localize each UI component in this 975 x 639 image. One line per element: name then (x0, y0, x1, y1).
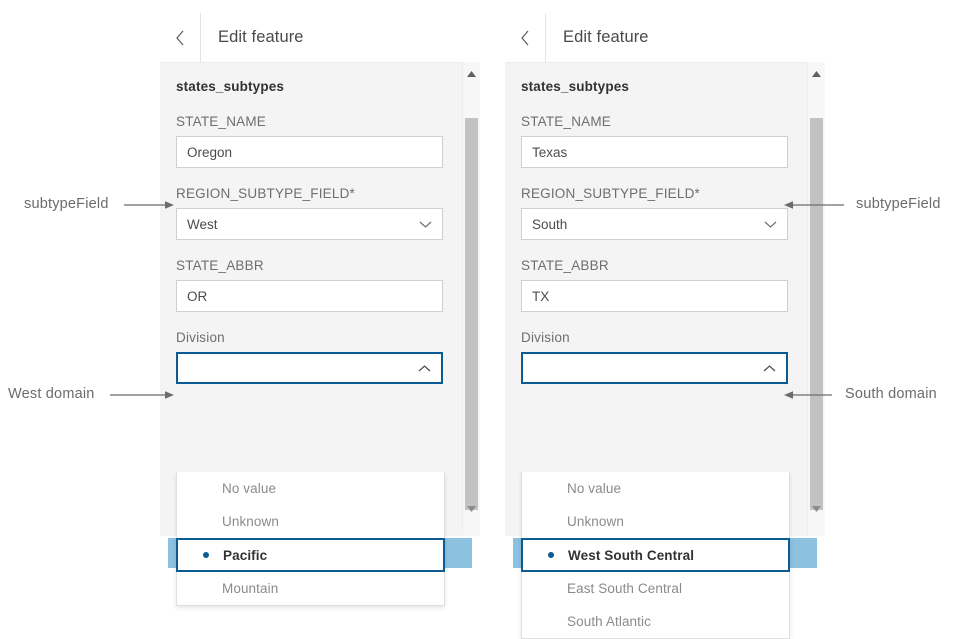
chevron-up-icon (763, 361, 776, 376)
chevron-down-icon (764, 217, 777, 232)
chevron-left-icon (175, 30, 185, 46)
state-name-input-left[interactable]: Oregon (176, 136, 443, 168)
edit-feature-panel-left: Edit feature states_subtypes STATE_NAME … (160, 0, 480, 587)
field-division-right: Division (521, 330, 788, 384)
page-title-right: Edit feature (546, 28, 649, 47)
scrollbar-thumb-left[interactable] (465, 118, 478, 510)
division-dropdown-right: No value Unknown West South Central East… (521, 472, 790, 639)
layer-name-right: states_subtypes (521, 79, 788, 94)
chevron-down-icon (419, 217, 432, 232)
field-state-name-left: STATE_NAME Oregon (176, 114, 443, 168)
field-label-division-left: Division (176, 330, 443, 345)
scrollbar-up-arrow-right[interactable] (808, 65, 825, 82)
annotation-left-domain-label: West domain (8, 386, 95, 402)
dropdown-option[interactable]: South Atlantic (522, 605, 789, 638)
state-name-input-right[interactable]: Texas (521, 136, 788, 168)
scrollbar-down-arrow-right[interactable] (808, 500, 825, 517)
panel-body-left: states_subtypes STATE_NAME Oregon REGION… (160, 62, 480, 536)
region-subtype-value-left: West (187, 217, 218, 232)
panel-body-right: states_subtypes STATE_NAME Texas REGION_… (505, 62, 825, 536)
dropdown-option-label: Unknown (567, 514, 624, 529)
state-abbr-input-left[interactable]: OR (176, 280, 443, 312)
edit-form-right: states_subtypes STATE_NAME Texas REGION_… (505, 63, 788, 402)
annotation-left-subtype-arrow (124, 197, 174, 213)
dropdown-option[interactable]: No value (522, 472, 789, 505)
selected-dot-icon (203, 552, 209, 558)
panel-header-left: Edit feature (160, 13, 480, 62)
annotation-left-domain-arrow (110, 387, 174, 403)
scrollbar-down-arrow-left[interactable] (463, 500, 480, 517)
scrollbar-thumb-right[interactable] (810, 118, 823, 510)
field-label-region-subtype-right: REGION_SUBTYPE_FIELD* (521, 186, 788, 201)
chevron-left-icon (520, 30, 530, 46)
field-state-name-right: STATE_NAME Texas (521, 114, 788, 168)
region-subtype-value-right: South (532, 217, 567, 232)
dropdown-option-label: Pacific (223, 548, 267, 563)
chevron-up-icon (418, 361, 431, 376)
division-select-right[interactable] (521, 352, 788, 384)
field-label-state-abbr-left: STATE_ABBR (176, 258, 443, 273)
panel-header-right: Edit feature (505, 13, 825, 62)
dropdown-option-label: East South Central (567, 581, 682, 596)
division-dropdown-left: No value Unknown Pacific Mountain (176, 472, 445, 606)
page-title-left: Edit feature (201, 28, 304, 47)
dropdown-option-label: West South Central (568, 548, 694, 563)
edit-feature-panel-right: Edit feature states_subtypes STATE_NAME … (505, 0, 825, 587)
field-label-region-subtype-left: REGION_SUBTYPE_FIELD* (176, 186, 443, 201)
annotation-right-subtype-arrow (784, 197, 844, 213)
scrollbar-left[interactable] (462, 62, 480, 535)
selected-dot-icon (548, 552, 554, 558)
back-button-right[interactable] (505, 13, 545, 62)
dropdown-option-selected[interactable]: West South Central (521, 538, 790, 572)
field-label-state-name-right: STATE_NAME (521, 114, 788, 129)
dropdown-option-label: Unknown (222, 514, 279, 529)
dropdown-option-label: No value (567, 481, 621, 496)
field-state-abbr-right: STATE_ABBR TX (521, 258, 788, 312)
annotation-right-domain-arrow (784, 387, 832, 403)
field-region-subtype-left: REGION_SUBTYPE_FIELD* West (176, 186, 443, 240)
region-subtype-select-left[interactable]: West (176, 208, 443, 240)
dropdown-option[interactable]: No value (177, 472, 444, 505)
dropdown-option-selected[interactable]: Pacific (176, 538, 445, 572)
annotation-left-subtype-label: subtypeField (24, 196, 109, 212)
field-label-state-name-left: STATE_NAME (176, 114, 443, 129)
dropdown-option-label: South Atlantic (567, 614, 651, 629)
field-label-state-abbr-right: STATE_ABBR (521, 258, 788, 273)
scrollbar-up-arrow-left[interactable] (463, 65, 480, 82)
dropdown-option[interactable]: Unknown (522, 505, 789, 538)
field-state-abbr-left: STATE_ABBR OR (176, 258, 443, 312)
field-label-division-right: Division (521, 330, 788, 345)
state-abbr-input-right[interactable]: TX (521, 280, 788, 312)
dropdown-option-label: Mountain (222, 581, 278, 596)
edit-form-left: states_subtypes STATE_NAME Oregon REGION… (160, 63, 443, 402)
region-subtype-select-right[interactable]: South (521, 208, 788, 240)
dropdown-option-label: No value (222, 481, 276, 496)
field-region-subtype-right: REGION_SUBTYPE_FIELD* South (521, 186, 788, 240)
dropdown-option[interactable]: East South Central (522, 572, 789, 605)
dropdown-option[interactable]: Unknown (177, 505, 444, 538)
back-button-left[interactable] (160, 13, 200, 62)
field-division-left: Division (176, 330, 443, 384)
annotation-right-subtype-label: subtypeField (856, 196, 941, 212)
division-select-left[interactable] (176, 352, 443, 384)
layer-name-left: states_subtypes (176, 79, 443, 94)
scrollbar-right[interactable] (807, 62, 825, 535)
annotation-right-domain-label: South domain (845, 386, 937, 402)
dropdown-option[interactable]: Mountain (177, 572, 444, 605)
